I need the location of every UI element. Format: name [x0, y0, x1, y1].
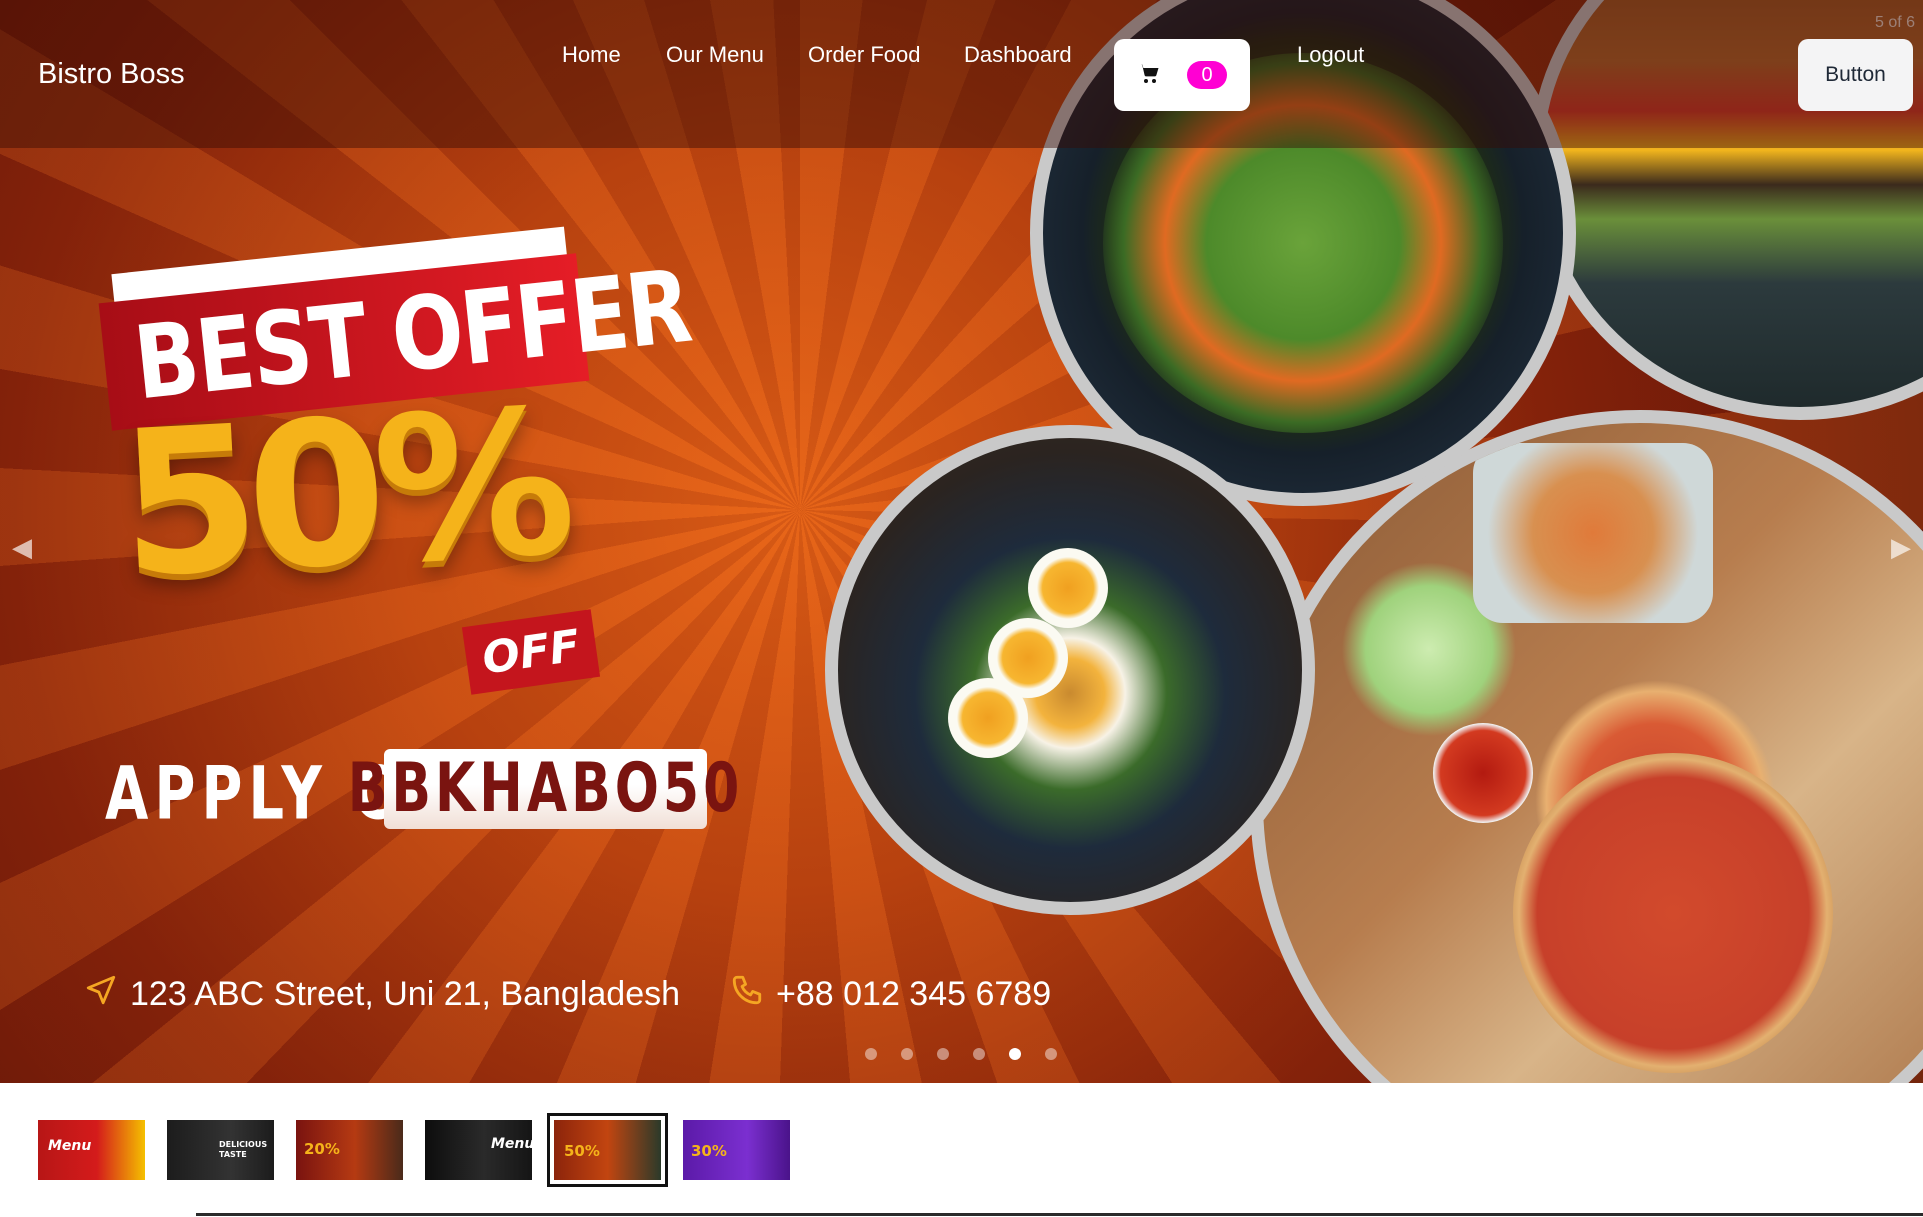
- thumbnail-strip: Menu DELICIOUS TASTE 20% Menu 50% 30%: [38, 1113, 790, 1187]
- chevron-right-icon[interactable]: ▶: [1889, 530, 1913, 564]
- thumbnail-label: 20%: [304, 1140, 340, 1158]
- brand-logo-text[interactable]: Bistro Boss: [38, 58, 185, 91]
- promo-code-box: BBKHABO50: [348, 749, 739, 829]
- nav-link-dashboard[interactable]: Dashboard: [964, 42, 1072, 68]
- cart-count-badge: 0: [1187, 61, 1227, 89]
- thumbnail-label: Menu: [491, 1136, 532, 1152]
- cart-button[interactable]: 0: [1114, 39, 1250, 111]
- carousel-dot-1[interactable]: [865, 1048, 877, 1060]
- contact-phone: +88 012 345 6789: [730, 970, 1051, 1018]
- nav-link-order-food[interactable]: Order Food: [808, 42, 921, 68]
- carousel-dot-4[interactable]: [973, 1048, 985, 1060]
- nav-link-our-menu[interactable]: Our Menu: [666, 42, 764, 68]
- thumbnail-4[interactable]: Menu: [425, 1120, 532, 1180]
- phone-text: +88 012 345 6789: [776, 974, 1052, 1013]
- cart-icon: [1137, 61, 1161, 90]
- thumbnail-3[interactable]: 20%: [296, 1120, 403, 1180]
- phone-icon: [730, 973, 764, 1016]
- off-badge: OFF: [461, 609, 601, 695]
- thumbnail-1[interactable]: Menu: [38, 1120, 145, 1180]
- chevron-left-icon[interactable]: ◀: [10, 530, 34, 564]
- off-label: OFF: [479, 619, 583, 685]
- thumbnail-label: 30%: [691, 1142, 727, 1160]
- thumbnail-label: 50%: [564, 1142, 600, 1160]
- generic-button[interactable]: Button: [1798, 39, 1913, 111]
- navbar: Bistro Boss Home Our Menu Order Food Das…: [0, 0, 1923, 148]
- thumbnail-6[interactable]: 30%: [683, 1120, 790, 1180]
- address-text: 123 ABC Street, Uni 21, Bangladesh: [130, 974, 681, 1013]
- carousel-dots: [865, 1048, 1057, 1060]
- nav-link-home[interactable]: Home: [562, 42, 621, 68]
- bottom-divider: [196, 1213, 1923, 1216]
- carousel-dot-5[interactable]: [1009, 1048, 1021, 1060]
- location-arrow-icon: [84, 973, 118, 1016]
- pizza-spread-image: [1250, 410, 1923, 1083]
- promo-code: BBKHABO50: [347, 750, 744, 828]
- thumbnail-5-selected[interactable]: 50%: [547, 1113, 668, 1187]
- hero-carousel: BEST OFFER 50% OFF APPLY CODE BBKHABO50 …: [0, 0, 1923, 1083]
- egg-toast-image: [825, 425, 1315, 915]
- thumbnail-label: DELICIOUS TASTE: [219, 1140, 268, 1159]
- carousel-dot-2[interactable]: [901, 1048, 913, 1060]
- discount-percent: 50%: [114, 366, 569, 623]
- carousel-dot-6[interactable]: [1045, 1048, 1057, 1060]
- thumbnail-label: Menu: [48, 1138, 92, 1154]
- contact-address: 123 ABC Street, Uni 21, Bangladesh: [84, 970, 680, 1018]
- logout-button[interactable]: Logout: [1297, 42, 1364, 68]
- thumbnail-2[interactable]: DELICIOUS TASTE: [167, 1120, 274, 1180]
- carousel-dot-3[interactable]: [937, 1048, 949, 1060]
